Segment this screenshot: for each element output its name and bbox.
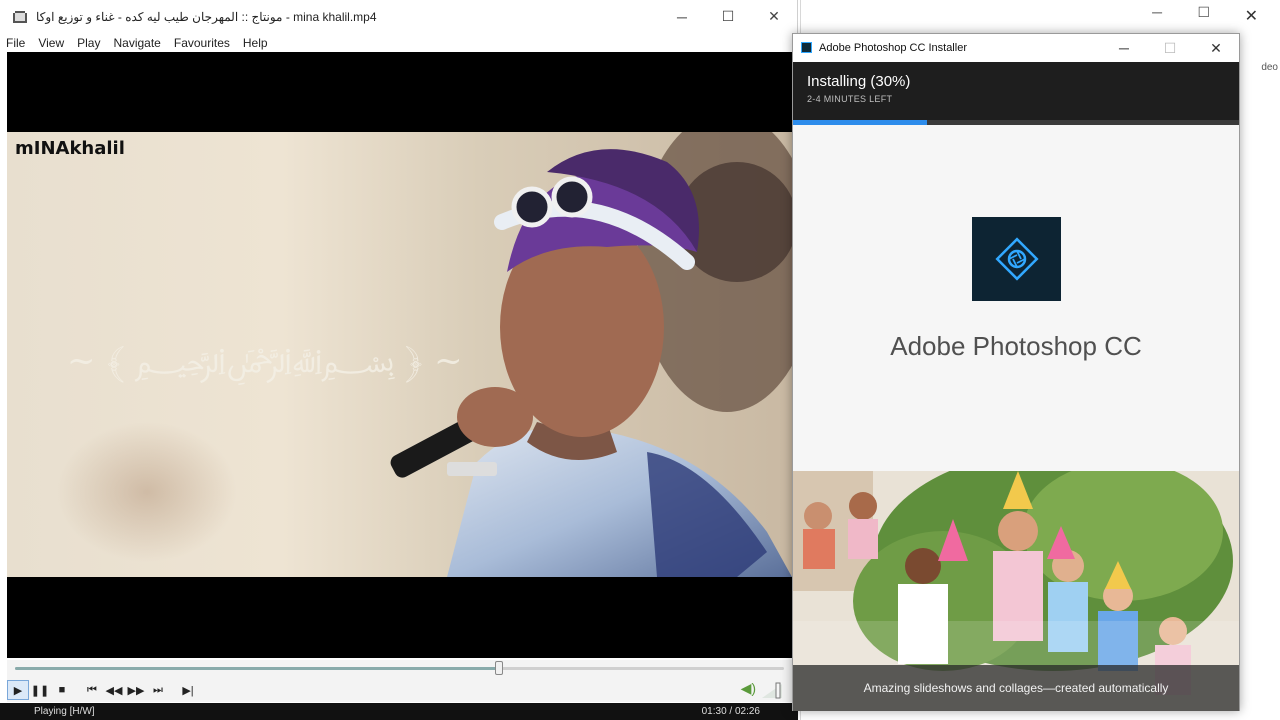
menu-favourites[interactable]: Favourites	[168, 36, 237, 50]
playback-state: Playing [H/W]	[34, 706, 95, 717]
video-area[interactable]: ~ ﴾ ﷽ ﴿ ~ mINAkhalil	[7, 52, 792, 658]
menu-play[interactable]: Play	[71, 36, 107, 50]
player-maximize-button[interactable]: ☐	[705, 0, 751, 33]
product-name: Adobe Photoshop CC	[890, 331, 1142, 361]
player-minimize-button[interactable]: ─	[659, 0, 705, 33]
installer-maximize-button: ☐	[1163, 39, 1177, 56]
installer-titlebar[interactable]: Adobe Photoshop CC Installer ─ ☐ ✕	[793, 34, 1239, 62]
install-time-left: 2-4 MINUTES LEFT	[807, 94, 893, 104]
desktop: ─ ☐ ✕ deo مونتاج :: المهرجان طيب ليه كده…	[0, 0, 1280, 720]
player-menubar: File View Play Navigate Favourites Help	[0, 33, 797, 52]
seek-bar[interactable]	[7, 660, 792, 678]
installer-minimize-button[interactable]: ─	[1101, 34, 1147, 62]
video-watermark: mINAkhalil	[15, 138, 125, 159]
frame-step-button[interactable]: ▶|	[177, 680, 199, 700]
stop-button[interactable]: ■	[51, 680, 73, 700]
menu-navigate[interactable]: Navigate	[107, 36, 167, 50]
installer-title: Adobe Photoshop CC Installer	[819, 42, 967, 54]
background-minimize-button[interactable]: ─	[1152, 4, 1162, 20]
media-player-window: مونتاج :: المهرجان طيب ليه كده - غناء و …	[0, 0, 798, 720]
svg-text:~ ﴾ ﷽ ﴿ ~: ~ ﴾ ﷽ ﴿ ~	[67, 341, 463, 385]
forward-button[interactable]: ▶▶	[125, 680, 147, 700]
player-close-button[interactable]: ✕	[751, 0, 797, 33]
installer-header: Installing (30%) 2-4 MINUTES LEFT	[793, 62, 1239, 120]
install-status: Installing (30%)	[807, 73, 911, 90]
player-statusbar: Playing [H/W] 01:30 / 02:26	[0, 703, 798, 720]
menu-view[interactable]: View	[32, 36, 71, 50]
next-button[interactable]: ⏭	[147, 680, 169, 700]
media-player-app-icon	[13, 10, 27, 23]
previous-button[interactable]: ⏮	[81, 680, 103, 700]
photoshop-mini-icon	[801, 42, 812, 53]
installer-close-button[interactable]: ✕	[1193, 34, 1239, 62]
player-title: مونتاج :: المهرجان طيب ليه كده - غناء و …	[36, 9, 377, 24]
video-frame-illustration: ~ ﴾ ﷽ ﴿ ~	[57, 132, 792, 577]
menu-help[interactable]: Help	[237, 36, 275, 50]
playback-time: 01:30 / 02:26	[701, 706, 760, 717]
photoshop-logo-icon	[972, 217, 1061, 301]
volume-icon[interactable]: ◀)	[741, 680, 756, 697]
player-window-controls: ─ ☐ ✕	[659, 0, 797, 33]
rewind-button[interactable]: ◀◀	[103, 680, 125, 700]
promo-banner: Amazing slideshows and collages—created …	[793, 471, 1239, 711]
seek-thumb[interactable]	[495, 661, 503, 675]
video-frame: ~ ﴾ ﷽ ﴿ ~ mINAkhalil	[7, 132, 792, 577]
pause-button[interactable]: ❚❚	[29, 680, 51, 700]
background-close-button[interactable]: ✕	[1245, 6, 1258, 26]
background-window-text: deo	[1261, 62, 1278, 73]
background-maximize-button[interactable]: ☐	[1197, 4, 1210, 21]
installer-body: Adobe Photoshop CC	[793, 125, 1239, 476]
promo-caption: Amazing slideshows and collages—created …	[793, 665, 1239, 711]
playback-controls: ▶ ❚❚ ■ ⏮ ◀◀ ▶▶ ⏭ ▶| ◀)	[7, 678, 792, 702]
installer-window-controls: ─ ☐ ✕	[1101, 34, 1239, 62]
installer-window: Adobe Photoshop CC Installer ─ ☐ ✕ Insta…	[792, 33, 1240, 711]
volume-slider[interactable]	[762, 680, 784, 700]
play-button[interactable]: ▶	[7, 680, 29, 700]
menu-file[interactable]: File	[0, 36, 32, 50]
seek-fill	[15, 667, 499, 670]
